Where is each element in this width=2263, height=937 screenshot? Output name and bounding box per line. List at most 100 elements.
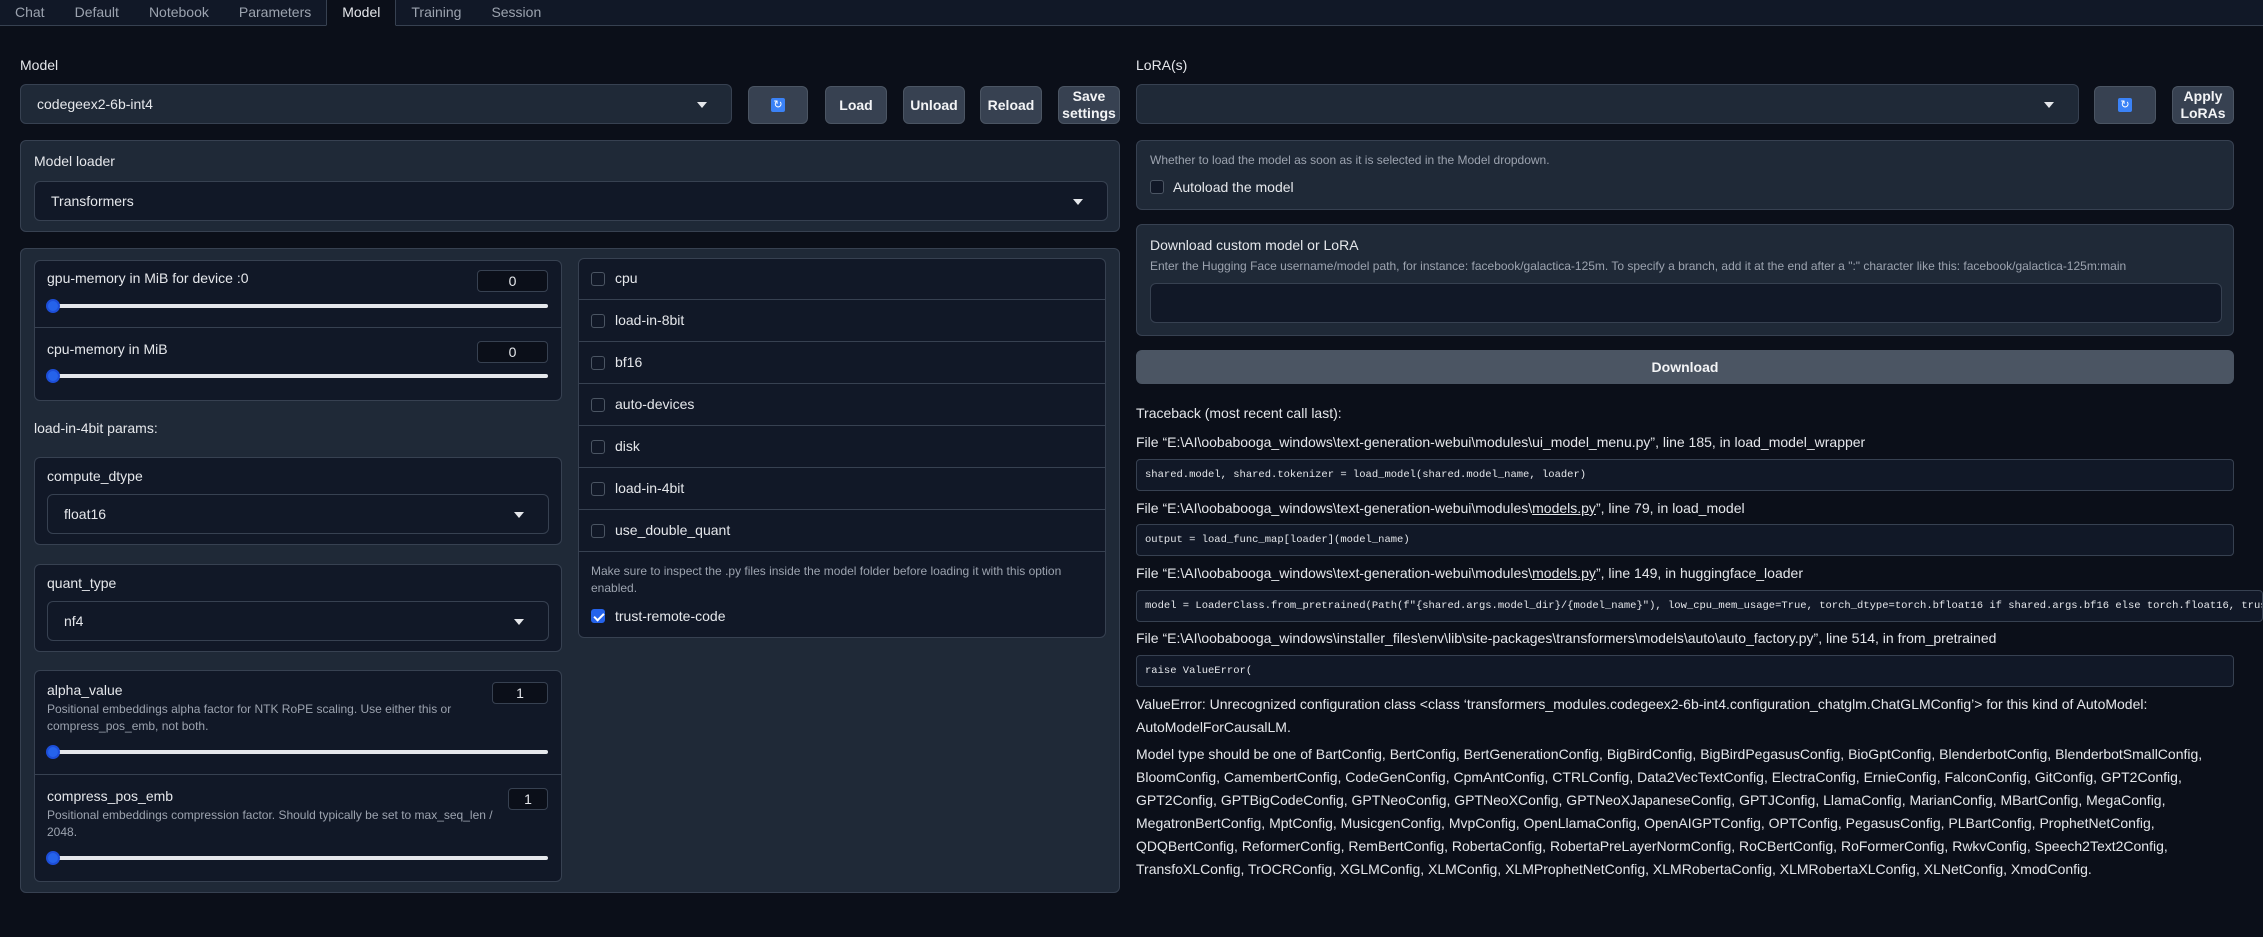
traceback-file-3-link[interactable]: models.py xyxy=(1532,565,1596,581)
compress-pos-emb-desc-1: Positional embeddings compression factor… xyxy=(47,808,493,822)
load-in-4bit-params-label: load-in-4bit params: xyxy=(34,420,158,436)
divider xyxy=(35,774,561,775)
traceback-header: Traceback (most recent call last): xyxy=(1136,405,1342,421)
traceback-file-2: File “E:\AI\oobabooga_windows\text-gener… xyxy=(1136,500,1745,516)
load-in-4bit-label: load-in-4bit xyxy=(615,480,685,496)
gpu-memory-input[interactable]: 0 xyxy=(477,270,548,292)
traceback-error: ValueError: Unrecognized configuration c… xyxy=(1136,696,2148,735)
slider-thumb[interactable] xyxy=(46,745,60,759)
tab-session[interactable]: Session xyxy=(476,0,556,25)
chevron-down-icon xyxy=(1073,199,1083,205)
slider-thumb[interactable] xyxy=(46,369,60,383)
compute-dtype-dropdown[interactable]: float16 xyxy=(47,494,549,534)
cpu-memory-label: cpu-memory in MiB xyxy=(47,341,168,357)
chevron-down-icon xyxy=(697,102,707,108)
tab-training[interactable]: Training xyxy=(396,0,476,25)
quant-type-label: quant_type xyxy=(47,575,117,591)
cpu-checkbox[interactable] xyxy=(591,272,605,286)
apply-loras-button[interactable]: Apply LoRAs xyxy=(2172,86,2234,124)
compress-pos-emb-input[interactable]: 1 xyxy=(508,788,548,810)
checkbox-row-use-double-quant[interactable]: use_double_quant xyxy=(578,510,1106,552)
compute-dtype-label: compute_dtype xyxy=(47,468,143,484)
refresh-icon: ↻ xyxy=(2118,98,2132,112)
save-settings-line2: settings xyxy=(1062,105,1116,121)
traceback-file-2-post: ”, line 79, in load_model xyxy=(1595,500,1745,516)
load-in-4bit-checkbox[interactable] xyxy=(591,482,605,496)
lora-dropdown[interactable] xyxy=(1136,84,2079,124)
compress-pos-emb-slider[interactable] xyxy=(46,851,548,865)
save-settings-line1: Save xyxy=(1072,88,1106,104)
quant-type-selected: nf4 xyxy=(64,613,84,629)
slider-thumb[interactable] xyxy=(46,851,60,865)
auto-devices-checkbox[interactable] xyxy=(591,398,605,412)
alpha-value-desc-2: compress_pos_emb, not both. xyxy=(47,719,209,733)
traceback-file-2-link[interactable]: models.py xyxy=(1532,500,1596,516)
checkbox-row-load-in-8bit[interactable]: load-in-8bit xyxy=(578,300,1106,342)
download-button[interactable]: Download xyxy=(1136,350,2234,384)
checkbox-row-cpu[interactable]: cpu xyxy=(578,258,1106,300)
gpu-memory-slider[interactable] xyxy=(46,299,548,313)
quant-type-group: quant_type nf4 xyxy=(34,564,562,652)
traceback-file-3-pre: File “E:\AI\oobabooga_windows\text-gener… xyxy=(1136,565,1533,581)
use-double-quant-label: use_double_quant xyxy=(615,522,731,538)
bf16-checkbox[interactable] xyxy=(591,356,605,370)
tab-model[interactable]: Model xyxy=(326,0,397,26)
trust-remote-code-checkbox[interactable] xyxy=(591,609,605,623)
model-label: Model xyxy=(20,57,59,73)
download-info: Enter the Hugging Face username/model pa… xyxy=(1150,259,2127,273)
compress-pos-emb-desc-2: 2048. xyxy=(47,825,78,839)
checkbox-row-disk[interactable]: disk xyxy=(578,426,1106,468)
alpha-value-label: alpha_value xyxy=(47,682,123,698)
model-loader-dropdown[interactable]: Transformers xyxy=(34,181,1108,221)
download-input[interactable] xyxy=(1150,283,2222,323)
cpu-memory-input[interactable]: 0 xyxy=(477,341,548,363)
autoload-panel: Whether to load the model as soon as it … xyxy=(1136,140,2234,210)
refresh-lora-button[interactable]: ↻ xyxy=(2094,86,2156,124)
autoload-info: Whether to load the model as soon as it … xyxy=(1150,153,1550,167)
trust-remote-info-1: Make sure to inspect the .py files insid… xyxy=(591,564,1062,578)
chevron-down-icon xyxy=(514,619,524,625)
checkbox-row-load-in-4bit[interactable]: load-in-4bit xyxy=(578,468,1106,510)
slider-thumb[interactable] xyxy=(46,299,60,313)
model-loader-label: Model loader xyxy=(34,153,115,169)
apply-loras-line1: Apply xyxy=(2183,88,2223,104)
unload-button[interactable]: Unload xyxy=(903,86,965,124)
alpha-value-input[interactable]: 1 xyxy=(492,682,548,704)
tab-notebook[interactable]: Notebook xyxy=(134,0,224,25)
tab-parameters[interactable]: Parameters xyxy=(224,0,326,25)
traceback-code-4: raise ValueError( xyxy=(1136,655,2234,687)
disk-checkbox[interactable] xyxy=(591,440,605,454)
refresh-model-button[interactable]: ↻ xyxy=(748,86,808,124)
tab-chat[interactable]: Chat xyxy=(0,0,60,25)
chevron-down-icon xyxy=(2044,102,2054,108)
traceback-code-3: model = LoaderClass.from_pretrained(Path… xyxy=(1136,590,2263,622)
load-button[interactable]: Load xyxy=(825,86,887,124)
auto-devices-label: auto-devices xyxy=(615,396,695,412)
cpu-label: cpu xyxy=(615,270,638,286)
tab-default[interactable]: Default xyxy=(60,0,134,25)
model-selected: codegeex2-6b-int4 xyxy=(37,96,153,112)
traceback-file-2-pre: File “E:\AI\oobabooga_windows\text-gener… xyxy=(1136,500,1533,516)
save-settings-button[interactable]: Save settings xyxy=(1058,86,1120,124)
compute-dtype-group: compute_dtype float16 xyxy=(34,457,562,545)
model-loader-panel: Model loader Transformers xyxy=(20,140,1120,232)
divider xyxy=(35,327,561,328)
model-loader-selected: Transformers xyxy=(51,193,134,209)
alpha-value-slider[interactable] xyxy=(46,745,548,759)
checkbox-row-bf16[interactable]: bf16 xyxy=(578,342,1106,384)
download-panel: Download custom model or LoRA Enter the … xyxy=(1136,224,2234,336)
cpu-memory-slider[interactable] xyxy=(46,369,548,383)
autoload-checkbox[interactable] xyxy=(1150,180,1164,194)
trust-remote-code-label: trust-remote-code xyxy=(615,608,726,624)
gpu-memory-label: gpu-memory in MiB for device :0 xyxy=(47,270,249,286)
checkbox-row-auto-devices[interactable]: auto-devices xyxy=(578,384,1106,426)
tab-bar: Chat Default Notebook Parameters Model T… xyxy=(0,0,2263,26)
model-dropdown[interactable]: codegeex2-6b-int4 xyxy=(20,84,732,124)
alpha-value-desc-1: Positional embeddings alpha factor for N… xyxy=(47,702,452,716)
compress-pos-emb-label: compress_pos_emb xyxy=(47,788,174,804)
quant-type-dropdown[interactable]: nf4 xyxy=(47,601,549,641)
autoload-label: Autoload the model xyxy=(1173,179,1294,195)
reload-button[interactable]: Reload xyxy=(980,86,1042,124)
load-in-8bit-checkbox[interactable] xyxy=(591,314,605,328)
use-double-quant-checkbox[interactable] xyxy=(591,524,605,538)
